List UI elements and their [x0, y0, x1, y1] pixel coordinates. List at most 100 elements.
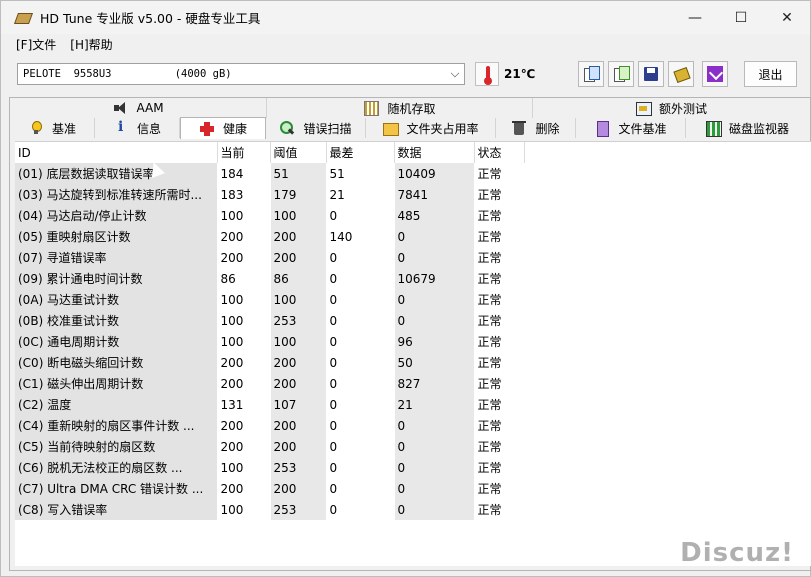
- tab-label: 文件夹占用率: [406, 121, 479, 136]
- table-row[interactable]: (0A) 马达重试计数 100 100 0 0 正常: [15, 289, 525, 310]
- smart-table: ID 当前 阈值 最差 数据 状态 (01) 底层数据读取错误率 184 51 51 1…: [15, 142, 525, 520]
- cell-current: 200: [217, 415, 271, 436]
- tab-extra-tests[interactable]: 额外测试: [533, 98, 809, 118]
- smart-table-area: ID 当前 阈值 最差 数据 状态 (01) 底层数据读取错误率 184 51 51 1…: [15, 141, 811, 566]
- copy-screenshot-button[interactable]: [608, 61, 634, 87]
- table-row[interactable]: (07) 寻道错误率 200 200 0 0 正常: [15, 247, 525, 268]
- column-header-id[interactable]: ID: [15, 142, 218, 163]
- cell-worst: 0: [326, 373, 395, 394]
- minimize-button[interactable]: —: [672, 1, 718, 34]
- tab-label: 信息: [136, 121, 161, 136]
- table-row[interactable]: (C8) 写入错误率 100 253 0 0 正常: [15, 499, 525, 520]
- tab-disk-monitor[interactable]: 磁盘监视器: [686, 118, 808, 138]
- exit-button[interactable]: 退出: [744, 61, 797, 87]
- drive-select[interactable]: PELOTE 9558U3 (4000 gB): [17, 63, 465, 85]
- table-row[interactable]: (C2) 温度 131 107 0 21 正常: [15, 394, 525, 415]
- cell-current: 200: [217, 478, 271, 499]
- maximize-button[interactable]: ☐: [718, 1, 764, 34]
- cell-worst: 0: [326, 478, 395, 499]
- tab-label: 错误扫描: [303, 121, 352, 136]
- cell-threshold: 200: [270, 373, 327, 394]
- cell-worst: 0: [326, 205, 395, 226]
- table-row[interactable]: (C5) 当前待映射的扇区数 200 200 0 0 正常: [15, 436, 525, 457]
- toolbar: PELOTE 9558U3 (4000 gB) 21℃ 退出: [1, 54, 810, 92]
- table-row[interactable]: (C1) 磁头伸出周期计数 200 200 0 827 正常: [15, 373, 525, 394]
- table-row[interactable]: (05) 重映射扇区计数 200 200 140 0 正常: [15, 226, 525, 247]
- column-header-status[interactable]: 状态: [474, 142, 525, 163]
- options-button[interactable]: [668, 61, 694, 87]
- temperature-display: 21℃: [475, 61, 539, 87]
- cell-current: 183: [217, 184, 271, 205]
- tab-label: 文件基准: [618, 121, 667, 136]
- table-row[interactable]: (C4) 重新映射的扇区事件计数 ... 200 200 0 0 正常: [15, 415, 525, 436]
- tab-erase[interactable]: 删除: [496, 118, 576, 138]
- drive-select-value: PELOTE 9558U3 (4000 gB): [23, 68, 232, 80]
- tab-info[interactable]: 信息: [95, 118, 180, 138]
- cell-data: 21: [394, 394, 475, 415]
- tab-aam[interactable]: AAM: [10, 98, 267, 118]
- copy-image-icon: [613, 66, 630, 82]
- tab-file-benchmark[interactable]: 文件基准: [576, 118, 686, 138]
- tab-benchmark[interactable]: 基准: [10, 118, 95, 138]
- tab-error-scan[interactable]: 错误扫描: [266, 118, 366, 138]
- cell-threshold: 200: [270, 226, 327, 247]
- cell-current: 200: [217, 373, 271, 394]
- table-row[interactable]: (0B) 校准重试计数 100 253 0 0 正常: [15, 310, 525, 331]
- cell-current: 100: [217, 205, 271, 226]
- menu-help[interactable]: [H]帮助: [70, 36, 112, 53]
- cell-data: 0: [394, 415, 475, 436]
- table-row[interactable]: (03) 马达旋转到标准转速所需时... 183 179 21 7841 正常: [15, 184, 525, 205]
- cell-data: 96: [394, 331, 475, 352]
- save-button[interactable]: [638, 61, 664, 87]
- close-button[interactable]: ✕: [764, 1, 810, 34]
- tab-folder-usage[interactable]: 文件夹占用率: [366, 118, 496, 138]
- cell-data: 50: [394, 352, 475, 373]
- table-header-row: ID 当前 阈值 最差 数据 状态: [15, 142, 525, 163]
- cell-id: (C0) 断电磁头缩回计数: [15, 352, 218, 373]
- cell-worst: 0: [326, 268, 395, 289]
- cell-status: 正常: [474, 478, 525, 499]
- cell-status: 正常: [474, 457, 525, 478]
- cell-worst: 0: [326, 247, 395, 268]
- cell-id: (07) 寻道错误率: [15, 247, 218, 268]
- cell-id: (C4) 重新映射的扇区事件计数 ...: [15, 415, 218, 436]
- cell-status: 正常: [474, 352, 525, 373]
- table-row[interactable]: (C0) 断电磁头缩回计数 200 200 0 50 正常: [15, 352, 525, 373]
- column-header-current[interactable]: 当前: [217, 142, 271, 163]
- tab-label: 删除: [535, 121, 560, 136]
- cell-worst: 0: [326, 394, 395, 415]
- column-header-worst[interactable]: 最差: [326, 142, 395, 163]
- cell-status: 正常: [474, 331, 525, 352]
- cell-threshold: 51: [270, 163, 327, 184]
- trash-icon: [511, 120, 527, 136]
- table-row[interactable]: (C6) 脱机无法校正的扇区数 ... 100 253 0 0 正常: [15, 457, 525, 478]
- cell-threshold: 200: [270, 478, 327, 499]
- copy-text-button[interactable]: [578, 61, 604, 87]
- cell-id: (C6) 脱机无法校正的扇区数 ...: [15, 457, 218, 478]
- column-header-threshold[interactable]: 阈值: [270, 142, 327, 163]
- table-row[interactable]: (C7) Ultra DMA CRC 错误计数 ... 200 200 0 0 正常: [15, 478, 525, 499]
- cell-worst: 0: [326, 457, 395, 478]
- hdtune-app-icon: [15, 10, 31, 26]
- window-controls: — ☐ ✕: [672, 1, 810, 34]
- window-title: HD Tune 专业版 v5.00 - 硬盘专业工具: [40, 11, 261, 26]
- table-row[interactable]: (09) 累计通电时间计数 86 86 0 10679 正常: [15, 268, 525, 289]
- cell-status: 正常: [474, 499, 525, 520]
- table-row[interactable]: (04) 马达启动/停止计数 100 100 0 485 正常: [15, 205, 525, 226]
- speaker-icon: [112, 100, 128, 116]
- cell-data: 7841: [394, 184, 475, 205]
- tab-health[interactable]: 健康: [180, 117, 266, 139]
- cell-worst: 21: [326, 184, 395, 205]
- menu-file[interactable]: [F]文件: [16, 36, 56, 53]
- table-row[interactable]: (0C) 通电周期计数 100 100 0 96 正常: [15, 331, 525, 352]
- tab-random-access[interactable]: 随机存取: [267, 98, 533, 118]
- cell-threshold: 253: [270, 457, 327, 478]
- table-row[interactable]: (01) 底层数据读取错误率 184 51 51 10409 正常: [15, 163, 525, 184]
- tab-label: 基准: [51, 121, 76, 136]
- download-button[interactable]: [702, 61, 728, 87]
- column-header-data[interactable]: 数据: [394, 142, 475, 163]
- cell-status: 正常: [474, 163, 525, 184]
- cell-id: (0B) 校准重试计数: [15, 310, 218, 331]
- cell-id: (05) 重映射扇区计数: [15, 226, 218, 247]
- cell-id: (C5) 当前待映射的扇区数: [15, 436, 218, 457]
